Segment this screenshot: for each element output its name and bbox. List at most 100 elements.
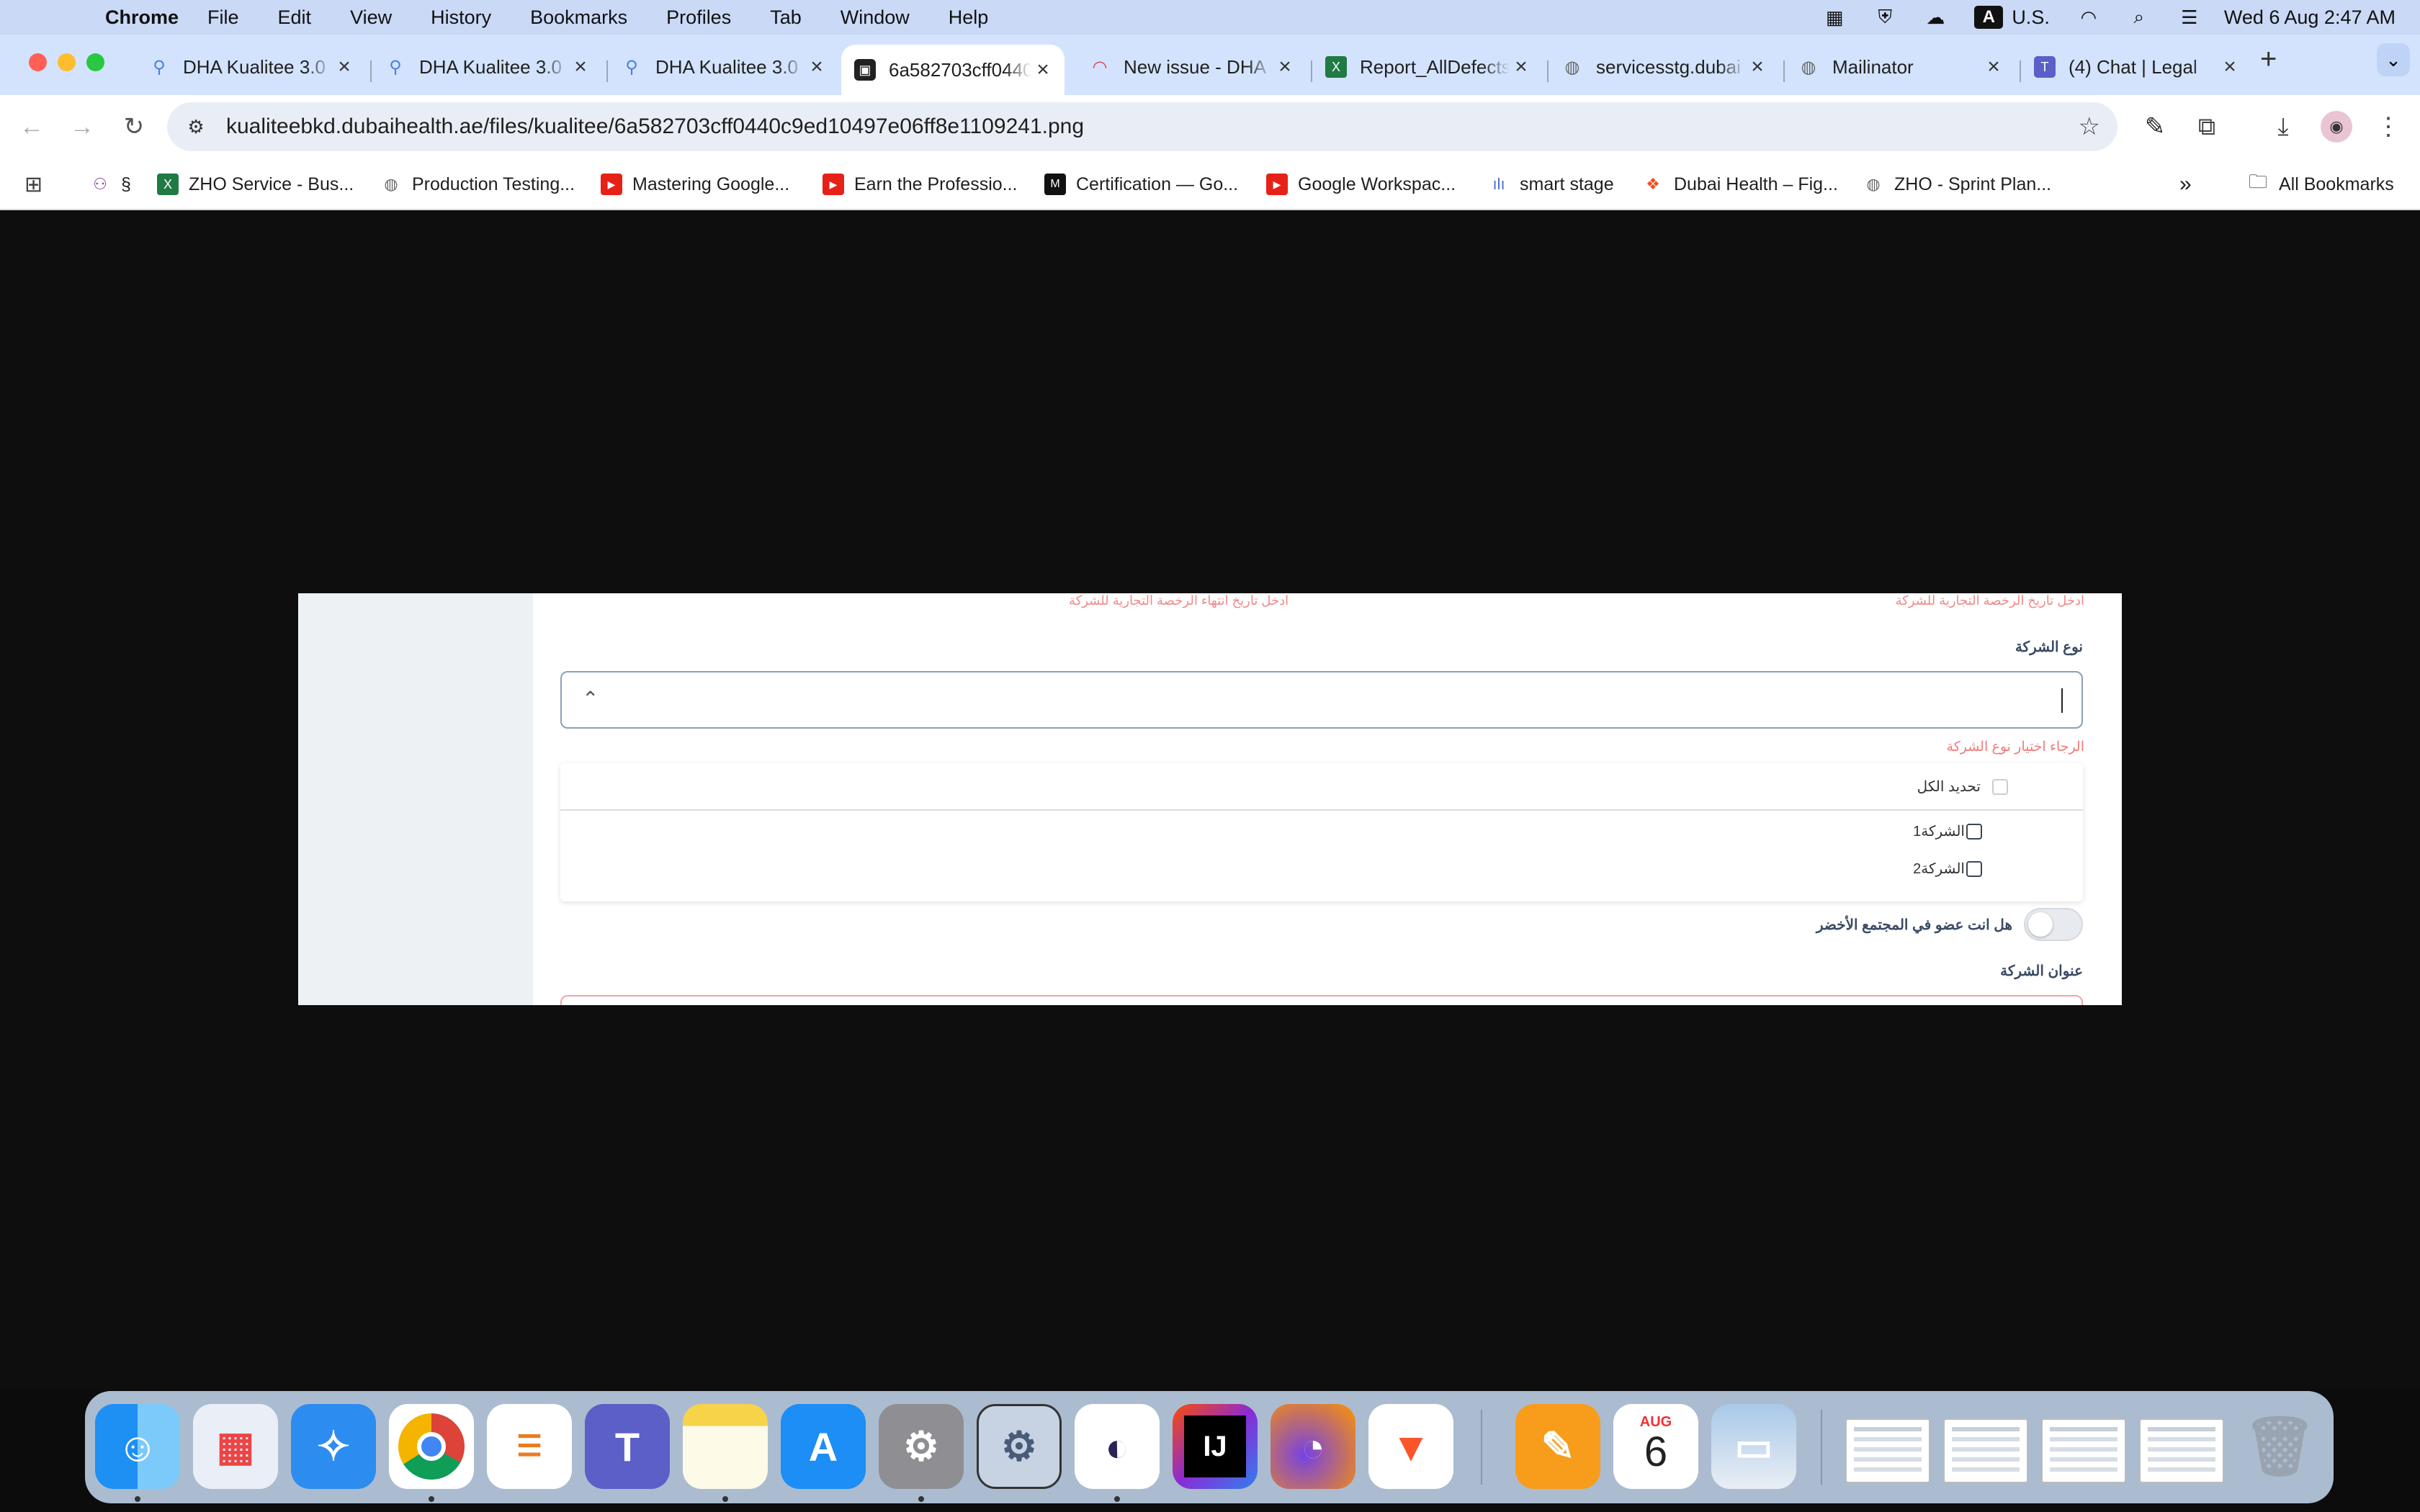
chevron-up-icon[interactable]: ⌃: [582, 687, 599, 711]
minimized-window-thumbnail[interactable]: [2041, 1418, 2126, 1483]
control-center-icon[interactable]: ☰: [2178, 6, 2201, 28]
teams-icon[interactable]: T: [585, 1404, 670, 1489]
brave-icon[interactable]: ▼: [1368, 1404, 1453, 1489]
menu-file[interactable]: File: [207, 6, 239, 29]
firefox-icon[interactable]: ◔: [1270, 1404, 1355, 1489]
tab-close-icon[interactable]: ×: [1746, 55, 1769, 79]
window-zoom-button[interactable]: [86, 53, 104, 71]
browser-tab[interactable]: ⚲ DHA Kualitee 3.0 ×: [372, 45, 602, 89]
company-address-input[interactable]: [560, 995, 2083, 1005]
spotlight-search-icon[interactable]: ⌕: [2128, 6, 2151, 28]
reminders-icon[interactable]: ☰: [487, 1404, 572, 1489]
apps-grid-icon[interactable]: ⊞: [24, 171, 42, 197]
browser-tab-active[interactable]: ▣ 6a582703cff0440 ×: [841, 45, 1065, 95]
company-option[interactable]: الشركة1: [1913, 822, 1982, 840]
extensions-puzzle-icon[interactable]: ⧉: [2191, 111, 2223, 143]
bookmark-item[interactable]: ▶ Google Workspac...: [1266, 171, 1456, 197]
pages-icon[interactable]: ✎: [1515, 1404, 1600, 1489]
address-bar[interactable]: ⚙ kualiteebkd.dubaihealth.ae/files/kuali…: [167, 102, 2118, 151]
company-option[interactable]: الشركة2: [1913, 860, 1982, 878]
company-option-checkbox[interactable]: [1966, 860, 1982, 877]
menu-history[interactable]: History: [431, 6, 491, 29]
new-tab-plus-icon[interactable]: +: [2260, 43, 2277, 76]
system-settings-icon[interactable]: ⚙: [879, 1404, 964, 1489]
bookmark-star-icon[interactable]: ☆: [2079, 112, 2100, 141]
intellij-icon[interactable]: IJ: [1173, 1404, 1258, 1489]
vpn-shield-icon[interactable]: ⛨: [1873, 6, 1896, 28]
menu-tab[interactable]: Tab: [770, 6, 802, 29]
back-arrow-icon[interactable]: ←: [16, 111, 48, 143]
bookmark-item[interactable]: ▶ Mastering Google...: [601, 171, 789, 197]
tab-close-icon[interactable]: ×: [1982, 55, 2005, 79]
tab-close-icon[interactable]: ×: [333, 55, 356, 79]
tab-search-chevron-icon[interactable]: ⌄: [2377, 43, 2410, 76]
safari-icon[interactable]: ✧: [291, 1404, 376, 1489]
bookmark-item[interactable]: ◍ Production Testing...: [380, 171, 575, 197]
company-option-checkbox[interactable]: [1966, 823, 1982, 840]
browser-tab[interactable]: ◍ servicesstg.dubai ×: [1549, 45, 1779, 89]
text-cursor: [2061, 688, 2063, 713]
eyedropper-extension-icon[interactable]: ✎: [2139, 111, 2171, 143]
calendar-icon[interactable]: AUG 6: [1613, 1404, 1698, 1489]
finder-icon[interactable]: ☺: [95, 1404, 180, 1489]
browser-tab[interactable]: ⚲ DHA Kualitee 3.0 ×: [135, 45, 366, 89]
menu-window[interactable]: Window: [841, 6, 910, 29]
browser-tab[interactable]: ◍ Mailinator ×: [1785, 45, 2015, 89]
select-all-checkbox[interactable]: [1992, 778, 2008, 795]
bookmark-item[interactable]: ılı smart stage: [1488, 171, 1613, 197]
trash-icon[interactable]: 🗑: [2237, 1404, 2322, 1489]
browser-tab[interactable]: ◠ New issue - DHA ×: [1076, 45, 1307, 89]
notes-icon[interactable]: [683, 1404, 768, 1489]
site-info-icon[interactable]: ⚙: [182, 112, 210, 141]
browser-tab[interactable]: T (4) Chat | Legal ×: [2021, 45, 2251, 89]
address-bar-url[interactable]: kualiteebkd.dubaihealth.ae/files/kualite…: [226, 114, 1084, 139]
more-bookmarks-chevron-icon[interactable]: »: [2179, 171, 2192, 197]
menu-profiles[interactable]: Profiles: [666, 6, 731, 29]
minimized-window-thumbnail[interactable]: [1845, 1418, 1930, 1483]
chrome-menu-kebab-icon[interactable]: ⋮: [2372, 111, 2404, 143]
reload-icon[interactable]: ↻: [118, 111, 150, 143]
tab-close-icon[interactable]: ×: [1031, 58, 1054, 82]
tab-close-icon[interactable]: ×: [1273, 55, 1296, 79]
minimized-window-thumbnail[interactable]: [2139, 1418, 2224, 1483]
company-type-select[interactable]: ⌃: [560, 671, 2083, 729]
bookmark-item[interactable]: M Certification — Go...: [1044, 171, 1238, 197]
browser-tab[interactable]: ⚲ DHA Kualitee 3.0 ×: [608, 45, 838, 89]
wifi-icon[interactable]: ◠: [2077, 6, 2100, 28]
window-minimize-button[interactable]: [58, 53, 76, 71]
browser-tab[interactable]: X Report_AllDefects ×: [1312, 45, 1543, 89]
bookmark-item[interactable]: ◍ ZHO - Sprint Plan...: [1863, 171, 2051, 197]
eclipse-icon[interactable]: ◐: [1075, 1404, 1160, 1489]
menubar-clock[interactable]: Wed 6 Aug 2:47 AM: [2224, 6, 2396, 29]
app-menu-chrome[interactable]: Chrome: [105, 6, 179, 29]
menu-help[interactable]: Help: [949, 6, 989, 29]
preview-icon[interactable]: ▭: [1711, 1404, 1796, 1489]
select-all-option[interactable]: تحديد الكل: [1917, 778, 2008, 796]
tab-close-icon[interactable]: ×: [569, 55, 592, 79]
menu-view[interactable]: View: [350, 6, 392, 29]
screenshot-icon[interactable]: ▦: [1823, 6, 1846, 28]
profile-avatar[interactable]: ◉: [2321, 111, 2352, 143]
tab-close-icon[interactable]: ×: [805, 55, 828, 79]
green-community-toggle[interactable]: [2024, 908, 2083, 941]
input-source-menu[interactable]: A U.S.: [1974, 6, 2050, 29]
bookmark-item[interactable]: ▶ Earn the Professio...: [823, 171, 1018, 197]
minimized-window-thumbnail[interactable]: [1943, 1418, 2028, 1483]
bookmark-item[interactable]: ⚇ §: [89, 171, 131, 197]
company-option-label: الشركة1: [1913, 824, 1965, 840]
app-store-icon[interactable]: A: [781, 1404, 866, 1489]
tab-close-icon[interactable]: ×: [1510, 55, 1533, 79]
bookmark-item[interactable]: ❖ Dubai Health – Fig...: [1642, 171, 1838, 197]
window-close-button[interactable]: [29, 53, 47, 71]
launchpad-icon[interactable]: ▦: [193, 1404, 278, 1489]
bookmark-item[interactable]: X ZHO Service - Bus...: [157, 171, 354, 197]
chrome-icon[interactable]: [389, 1404, 474, 1489]
utility-gear-icon[interactable]: ⚙: [977, 1404, 1062, 1489]
forward-arrow-icon[interactable]: →: [66, 111, 98, 143]
cloud-sync-icon[interactable]: ☁: [1924, 6, 1947, 28]
menu-edit[interactable]: Edit: [278, 6, 312, 29]
menu-bookmarks[interactable]: Bookmarks: [530, 6, 627, 29]
download-icon[interactable]: ⤓: [2267, 111, 2299, 143]
tab-close-icon[interactable]: ×: [2218, 55, 2241, 79]
all-bookmarks-button[interactable]: 🗀 All Bookmarks: [2247, 171, 2394, 197]
